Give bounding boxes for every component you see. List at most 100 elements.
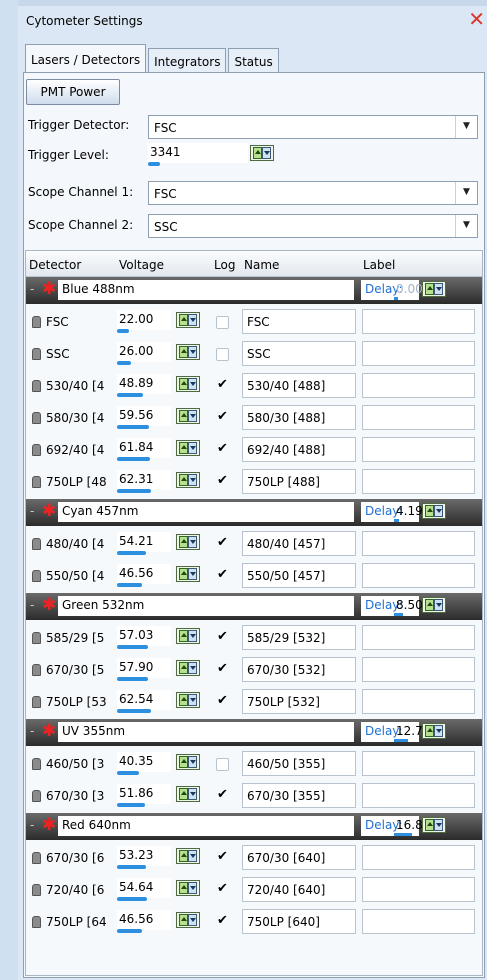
delay-field[interactable]: Delay: 16.80 [361,816,430,836]
spin-down-icon[interactable] [188,630,197,642]
chevron-down-icon[interactable]: ▼ [455,116,477,138]
voltage-spinner[interactable] [176,786,200,802]
log-checkbox[interactable]: ✔ [216,788,229,803]
laser-name-field[interactable]: Red 640nm [58,816,354,836]
spin-down-icon[interactable] [434,819,443,831]
trigger-level-input[interactable]: 3341 [148,143,248,166]
spin-down-icon[interactable] [188,882,197,894]
log-checkbox[interactable]: ✔ [216,882,229,897]
label-field[interactable] [362,373,475,398]
delay-field[interactable]: Delay: 4.19 [361,502,423,522]
spin-down-icon[interactable] [434,283,443,295]
spin-down-icon[interactable] [434,725,443,737]
spin-up-icon[interactable] [425,819,434,831]
log-checkbox[interactable] [216,758,229,771]
voltage-input[interactable]: 59.56 [117,406,171,429]
spin-up-icon[interactable] [179,756,188,768]
scope-channel-1-select[interactable]: FSC ▼ [148,181,478,205]
spin-up-icon[interactable] [179,662,188,674]
voltage-input[interactable]: 26.00 [117,342,171,365]
spin-down-icon[interactable] [188,756,197,768]
delay-spinner[interactable] [422,723,446,739]
spin-down-icon[interactable] [188,568,197,580]
label-field[interactable] [362,341,475,366]
label-field[interactable] [362,845,475,870]
log-checkbox[interactable]: ✔ [216,914,229,929]
close-icon[interactable]: ✕ [468,9,485,29]
tab-lasers-detectors[interactable]: Lasers / Detectors [25,44,147,74]
name-field[interactable]: 720/40 [640] [242,877,356,902]
label-field[interactable] [362,783,475,808]
name-field[interactable]: 460/50 [355] [242,751,356,776]
name-field[interactable]: 480/40 [457] [242,531,356,556]
laser-name-field[interactable]: UV 355nm [58,722,354,742]
label-field[interactable] [362,625,475,650]
spin-up-icon[interactable] [179,914,188,926]
label-field[interactable] [362,689,475,714]
name-field[interactable]: 530/40 [488] [242,373,356,398]
delay-spinner[interactable] [422,597,446,613]
voltage-input[interactable]: 48.89 [117,374,171,397]
trigger-level-spinner[interactable] [250,145,274,161]
pmt-power-button[interactable]: PMT Power [26,79,120,105]
voltage-input[interactable]: 54.64 [117,878,171,901]
voltage-spinner[interactable] [176,408,200,424]
voltage-spinner[interactable] [176,692,200,708]
label-field[interactable] [362,751,475,776]
spin-up-icon[interactable] [179,442,188,454]
voltage-spinner[interactable] [176,312,200,328]
voltage-spinner[interactable] [176,440,200,456]
voltage-input[interactable]: 40.35 [117,752,171,775]
log-checkbox[interactable]: ✔ [216,536,229,551]
name-field[interactable]: 750LP [532] [242,689,356,714]
voltage-input[interactable]: 46.56 [117,564,171,587]
spin-up-icon[interactable] [253,147,262,159]
spin-up-icon[interactable] [179,850,188,862]
label-field[interactable] [362,909,475,934]
voltage-spinner[interactable] [176,344,200,360]
collapse-icon[interactable]: - [30,724,34,738]
voltage-input[interactable]: 51.86 [117,784,171,807]
laser-name-field[interactable]: Cyan 457nm [58,502,354,522]
label-field[interactable] [362,437,475,462]
voltage-input[interactable]: 53.23 [117,846,171,869]
log-checkbox[interactable]: ✔ [216,378,229,393]
laser-name-field[interactable]: Green 532nm [58,596,354,616]
name-field[interactable]: 750LP [640] [242,909,356,934]
log-checkbox[interactable] [216,348,229,361]
spin-down-icon[interactable] [188,694,197,706]
log-checkbox[interactable] [216,316,229,329]
collapse-icon[interactable]: - [30,504,34,518]
delay-field[interactable]: Delay: 12.74 [361,722,430,742]
name-field[interactable]: 670/30 [640] [242,845,356,870]
laser-name-field[interactable]: Blue 488nm [58,280,354,300]
spin-down-icon[interactable] [188,850,197,862]
delay-spinner[interactable] [422,281,446,297]
spin-down-icon[interactable] [188,442,197,454]
tab-status[interactable]: Status [228,48,279,74]
voltage-spinner[interactable] [176,912,200,928]
label-field[interactable] [362,405,475,430]
tab-integrators[interactable]: Integrators [148,48,227,74]
chevron-down-icon[interactable]: ▼ [455,215,477,237]
collapse-icon[interactable]: - [30,282,34,296]
log-checkbox[interactable]: ✔ [216,410,229,425]
label-field[interactable] [362,531,475,556]
spin-up-icon[interactable] [179,346,188,358]
voltage-spinner[interactable] [176,472,200,488]
name-field[interactable]: 670/30 [355] [242,783,356,808]
voltage-spinner[interactable] [176,534,200,550]
spin-up-icon[interactable] [179,536,188,548]
scope-channel-2-select[interactable]: SSC ▼ [148,214,478,238]
spin-down-icon[interactable] [188,536,197,548]
spin-up-icon[interactable] [425,283,434,295]
name-field[interactable]: SSC [242,341,356,366]
name-field[interactable]: 692/40 [488] [242,437,356,462]
voltage-spinner[interactable] [176,628,200,644]
spin-up-icon[interactable] [179,410,188,422]
spin-down-icon[interactable] [188,314,197,326]
delay-spinner[interactable] [422,817,446,833]
spin-up-icon[interactable] [179,694,188,706]
name-field[interactable]: 670/30 [532] [242,657,356,682]
voltage-input[interactable]: 57.90 [117,658,171,681]
